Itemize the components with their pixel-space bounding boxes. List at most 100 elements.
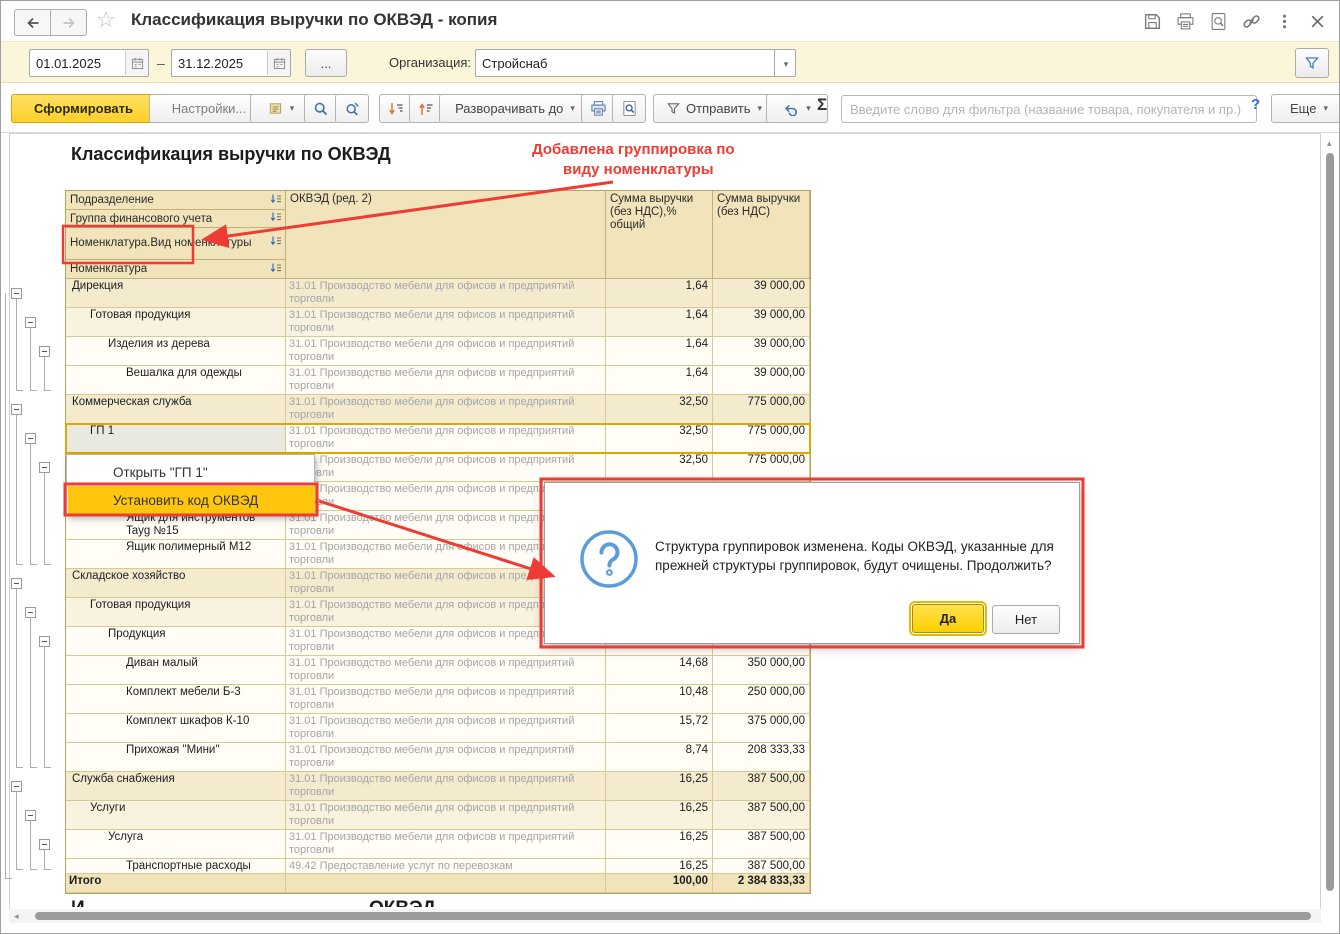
horizontal-scrollbar[interactable]: ◂ bbox=[9, 909, 1321, 923]
expand-groups-button[interactable] bbox=[409, 94, 442, 123]
more-menu-button[interactable] bbox=[1274, 11, 1294, 31]
yes-button[interactable]: Да bbox=[909, 601, 987, 636]
date-from-input[interactable] bbox=[30, 55, 125, 71]
collapse-toggle-icon[interactable] bbox=[39, 462, 50, 473]
no-button[interactable]: Нет bbox=[992, 605, 1060, 634]
name-cell[interactable]: Изделия из дерева bbox=[66, 337, 286, 366]
total-row[interactable]: Итого 100,00 2 384 833,33 bbox=[66, 874, 810, 893]
column-header-2[interactable]: Сумма выручки (без НДС) bbox=[713, 191, 810, 279]
date-from-field[interactable] bbox=[29, 49, 149, 77]
collapse-toggle-icon[interactable] bbox=[39, 636, 50, 647]
table-row[interactable]: Комплект шкафов К-10 31.01 Производство м… bbox=[66, 714, 810, 743]
date-to-field[interactable] bbox=[171, 49, 291, 77]
collapse-toggle-icon[interactable] bbox=[39, 839, 50, 850]
period-more-button[interactable]: ... bbox=[305, 49, 347, 77]
table-row[interactable]: Прихожая "Мини" 31.01 Производство мебели… bbox=[66, 743, 810, 772]
collapse-toggle-icon[interactable] bbox=[25, 810, 36, 821]
calendar-icon[interactable] bbox=[267, 51, 290, 75]
save-button[interactable] bbox=[1142, 11, 1162, 31]
more-actions-button[interactable]: Еще bbox=[1271, 94, 1339, 123]
horizontal-scroll-thumb[interactable] bbox=[35, 912, 1311, 920]
generate-button[interactable]: Сформировать bbox=[11, 94, 156, 123]
table-row[interactable]: Транспортные расходы 49.42 Предоставление… bbox=[66, 859, 810, 874]
quick-filter-input[interactable] bbox=[841, 95, 1257, 123]
collapse-toggle-icon[interactable] bbox=[11, 578, 22, 589]
search-button[interactable] bbox=[304, 94, 338, 123]
name-cell[interactable]: Диван малый bbox=[66, 656, 286, 685]
organization-field[interactable] bbox=[475, 49, 777, 77]
table-row[interactable]: Услуга 31.01 Производство мебели для офис… bbox=[66, 830, 810, 859]
name-cell[interactable]: Транспортные расходы bbox=[66, 859, 286, 874]
table-row[interactable]: Готовая продукция 31.01 Производство мебе… bbox=[66, 308, 810, 337]
sort-icon[interactable] bbox=[270, 235, 282, 247]
filter-settings-button[interactable] bbox=[1295, 48, 1329, 78]
name-cell[interactable]: Служба снабжения bbox=[66, 772, 286, 801]
collapse-toggle-icon[interactable] bbox=[25, 607, 36, 618]
row-header-3[interactable]: Номенклатура bbox=[66, 260, 286, 279]
name-cell[interactable]: Услуги bbox=[66, 801, 286, 830]
menu-item-set-okved[interactable]: Установить код ОКВЭД bbox=[68, 486, 315, 514]
sort-icon[interactable] bbox=[270, 262, 282, 274]
column-header-0[interactable]: ОКВЭД (ред. 2) bbox=[286, 191, 606, 279]
table-row[interactable]: Комплект мебели Б-3 31.01 Производство ме… bbox=[66, 685, 810, 714]
totals-sigma-button[interactable]: Σ bbox=[817, 95, 827, 115]
row-header-1[interactable]: Группа финансового учета bbox=[66, 210, 286, 228]
menu-item-open[interactable]: Открыть "ГП 1" bbox=[68, 458, 315, 486]
collapse-toggle-icon[interactable] bbox=[11, 781, 22, 792]
print-button[interactable] bbox=[1175, 11, 1195, 31]
sort-icon[interactable] bbox=[270, 193, 282, 205]
collapse-toggle-icon[interactable] bbox=[11, 288, 22, 299]
calendar-icon[interactable] bbox=[125, 51, 148, 75]
column-header-1[interactable]: Сумма выручки (без НДС),% общий bbox=[606, 191, 713, 279]
help-button[interactable]: ? bbox=[1251, 96, 1260, 113]
table-row[interactable]: Коммерческая служба 31.01 Производство ме… bbox=[66, 395, 810, 424]
collapse-toggle-icon[interactable] bbox=[11, 404, 22, 415]
name-cell[interactable]: Комплект мебели Б-3 bbox=[66, 685, 286, 714]
scroll-up-arrow-icon[interactable]: ▴ bbox=[1327, 139, 1332, 148]
name-cell[interactable]: Услуга bbox=[66, 830, 286, 859]
sort-icon[interactable] bbox=[270, 211, 282, 223]
favorite-star-icon[interactable]: ☆ bbox=[96, 7, 116, 33]
name-cell[interactable]: ГП 1 bbox=[66, 424, 286, 453]
table-row[interactable]: Изделия из дерева 31.01 Производство мебе… bbox=[66, 337, 810, 366]
report-variant-button[interactable] bbox=[250, 94, 312, 123]
print-report-button[interactable] bbox=[581, 94, 615, 123]
row-header-2[interactable]: Номенклатура.Вид номенклатуры bbox=[66, 228, 286, 260]
name-cell[interactable]: Прихожая "Мини" bbox=[66, 743, 286, 772]
scroll-left-arrow-icon[interactable]: ◂ bbox=[14, 912, 19, 921]
table-row[interactable]: Дирекция 31.01 Производство мебели для оф… bbox=[66, 279, 810, 308]
collapse-toggle-icon[interactable] bbox=[25, 433, 36, 444]
name-cell[interactable]: Коммерческая служба bbox=[66, 395, 286, 424]
vertical-scrollbar[interactable]: ▴ bbox=[1323, 135, 1338, 923]
organization-input[interactable] bbox=[476, 55, 776, 71]
collapse-toggle-icon[interactable] bbox=[25, 317, 36, 328]
organization-dropdown-button[interactable] bbox=[774, 49, 796, 77]
name-cell[interactable]: Продукция bbox=[66, 627, 286, 656]
name-cell[interactable]: Готовая продукция bbox=[66, 598, 286, 627]
vertical-scroll-thumb[interactable] bbox=[1326, 153, 1334, 891]
table-row[interactable]: Служба снабжения 31.01 Производство мебел… bbox=[66, 772, 810, 801]
name-cell[interactable]: Дирекция bbox=[66, 279, 286, 308]
print-preview-button[interactable] bbox=[1208, 11, 1228, 31]
name-cell[interactable]: Готовая продукция bbox=[66, 308, 286, 337]
table-row[interactable]: Диван малый 31.01 Производство мебели для… bbox=[66, 656, 810, 685]
date-to-input[interactable] bbox=[172, 55, 267, 71]
search-next-button[interactable] bbox=[335, 94, 369, 123]
name-cell[interactable]: Комплект шкафов К-10 bbox=[66, 714, 286, 743]
forward-button[interactable] bbox=[50, 9, 87, 36]
table-row[interactable]: ГП 1 31.01 Производство мебели для офисов… bbox=[66, 424, 810, 453]
close-button[interactable] bbox=[1307, 11, 1327, 31]
name-cell[interactable]: Складское хозяйство bbox=[66, 569, 286, 598]
collapse-groups-button[interactable] bbox=[379, 94, 412, 123]
send-button[interactable]: Отправить bbox=[653, 94, 775, 123]
get-link-button[interactable] bbox=[1241, 11, 1261, 31]
preview-report-button[interactable] bbox=[612, 94, 646, 123]
back-button[interactable] bbox=[14, 9, 51, 36]
name-cell[interactable]: Вешалка для одежды bbox=[66, 366, 286, 395]
table-row[interactable]: Услуги 31.01 Производство мебели для офис… bbox=[66, 801, 810, 830]
collapse-toggle-icon[interactable] bbox=[39, 346, 50, 357]
table-row[interactable]: Вешалка для одежды 31.01 Производство меб… bbox=[66, 366, 810, 395]
name-cell[interactable]: Ящик полимерный М12 bbox=[66, 540, 286, 569]
expand-to-button[interactable]: Разворачивать до bbox=[439, 94, 591, 123]
row-header-0[interactable]: Подразделение bbox=[66, 191, 286, 210]
